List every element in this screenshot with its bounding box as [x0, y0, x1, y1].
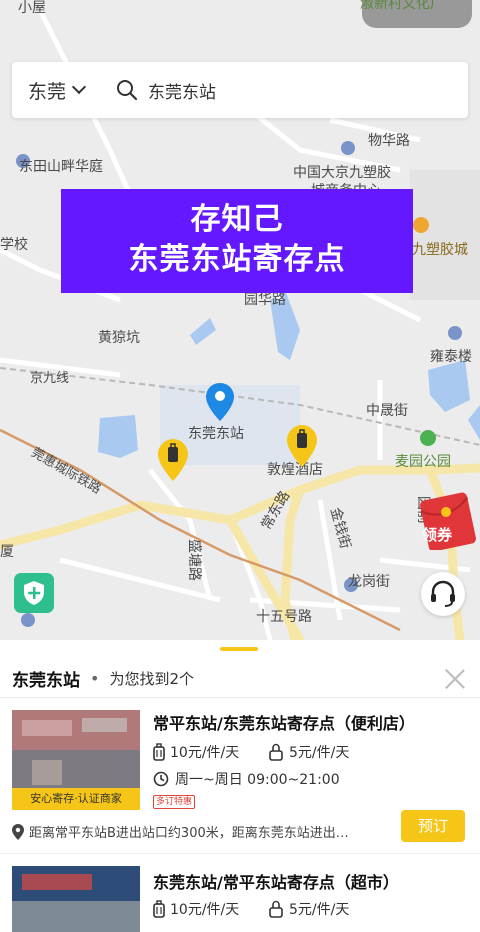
banner-line-2: 东莞东站寄存点	[128, 242, 346, 277]
map-label: 中国大京九塑胶	[293, 165, 391, 181]
sheet-header: 东莞东站 • 为您找到2个	[0, 658, 480, 698]
list-item[interactable]: 东莞东站/常平东站寄存点（超市） 10元/件/天 5元/件/天	[0, 854, 480, 932]
price-lock-text: 5元/件/天	[289, 902, 350, 918]
store-photo	[12, 866, 140, 932]
map-label: 雍泰楼	[430, 349, 472, 365]
suitcase-icon	[153, 900, 165, 918]
map-marker-icon	[12, 823, 24, 840]
address-text: 距离常平东站B进出站口约300米，距离东莞东站进出…	[29, 826, 349, 841]
sheet-title: 东莞东站	[12, 670, 80, 691]
map-label: 厦	[0, 544, 14, 560]
result-count: 为您找到2个	[109, 669, 194, 688]
map-label: 京九线	[30, 371, 70, 386]
lock-icon	[269, 900, 283, 918]
luggage-pin-icon[interactable]	[158, 439, 188, 481]
drag-handle[interactable]	[220, 647, 258, 651]
search-bar[interactable]: 东莞 东莞东站	[12, 62, 468, 118]
map-label: 十五号路	[256, 609, 312, 625]
customer-service-button[interactable]	[421, 572, 465, 616]
book-button[interactable]: 预订	[401, 810, 465, 842]
separator-dot: •	[90, 668, 100, 688]
map-label: 九塑胶城	[412, 242, 468, 258]
hours-row: 周一~周日 09:00~21:00	[153, 769, 340, 789]
price-row: 10元/件/天 5元/件/天	[153, 899, 383, 919]
store-thumbnail: 安心寄存·认证商家	[12, 710, 140, 810]
map-label: 物华路	[368, 133, 410, 149]
map-label: 麦园公园	[395, 454, 451, 470]
store-title[interactable]: 常平东站/东莞东站寄存点（便利店）	[153, 710, 415, 734]
map-label: 东莞东站	[188, 426, 244, 442]
price-lock-text: 5元/件/天	[289, 745, 350, 761]
opening-hours: 周一~周日 09:00~21:00	[175, 772, 340, 788]
luggage-pin-icon[interactable]	[287, 425, 317, 467]
shield-plus-icon	[24, 581, 44, 605]
price-per-bag: 10元/件/天	[153, 742, 268, 762]
headset-icon	[431, 580, 455, 607]
map-label: 小屋	[18, 0, 46, 16]
price-per-bag: 10元/件/天	[153, 899, 268, 919]
clock-icon	[153, 771, 169, 787]
coupon-label: 领券	[422, 526, 453, 544]
search-icon	[117, 80, 138, 101]
results-sheet[interactable]: 东莞东站 • 为您找到2个 安心寄存·认证商家 常平东站/东莞东站寄存点（便利店…	[0, 640, 480, 932]
lock-icon	[269, 743, 283, 761]
address-row: 距离常平东站B进出站口约300米，距离东莞东站进出…	[12, 822, 392, 841]
map-label: 淑新村文化广	[360, 0, 444, 12]
promo-banner: 存知己 东莞东站寄存点	[61, 189, 413, 293]
banner-line-1: 存知己	[190, 202, 284, 237]
coupon-button[interactable]: 领券	[418, 492, 480, 552]
map-label: 龙岗街	[348, 574, 390, 590]
price-bag-text: 10元/件/天	[170, 745, 240, 761]
city-select[interactable]: 东莞	[12, 77, 108, 104]
price-per-lock: 5元/件/天	[268, 899, 383, 919]
map-label: 东田山畔华庭	[19, 159, 103, 175]
discount-tag: 多订特惠	[153, 795, 196, 809]
store-title[interactable]: 东莞东站/常平东站寄存点（超市）	[153, 869, 399, 893]
city-select-label: 东莞	[28, 80, 67, 103]
location-pin-icon[interactable]	[206, 383, 234, 421]
map-label: 学校	[0, 237, 28, 253]
suitcase-icon	[153, 743, 165, 761]
search-input[interactable]: 东莞东站	[148, 78, 216, 103]
map-label: 盛塘路	[186, 539, 202, 581]
map-label: 中晟街	[366, 403, 408, 419]
close-icon[interactable]	[444, 668, 466, 690]
list-item[interactable]: 安心寄存·认证商家 常平东站/东莞东站寄存点（便利店） 10元/件/天 5元/件…	[0, 698, 480, 853]
store-thumbnail	[12, 866, 140, 932]
map-view[interactable]: 小屋 淑新村文化广 东田山畔华庭 物华路 中国大京九塑胶 城商务中心 学校 九塑…	[0, 0, 480, 640]
certified-badge: 安心寄存·认证商家	[12, 788, 140, 810]
map-label: 黄猄坑	[98, 330, 140, 346]
chevron-down-icon	[71, 79, 87, 95]
price-per-lock: 5元/件/天	[268, 742, 383, 762]
safety-button[interactable]	[14, 573, 54, 613]
price-row: 10元/件/天 5元/件/天	[153, 742, 383, 762]
price-bag-text: 10元/件/天	[170, 902, 240, 918]
